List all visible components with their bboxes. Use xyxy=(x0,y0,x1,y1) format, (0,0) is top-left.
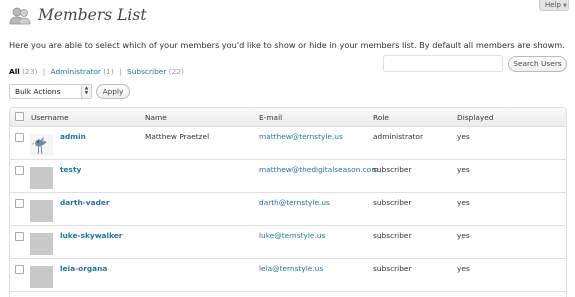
filter-separator: | xyxy=(42,67,46,76)
help-label: Help xyxy=(545,1,561,9)
displayed-status[interactable]: yes xyxy=(457,264,470,274)
email-link[interactable]: matthew@ternstyle.us xyxy=(259,132,359,142)
username-link[interactable]: darth-vader xyxy=(60,198,110,207)
member-role: subscriber xyxy=(373,165,412,174)
displayed-status[interactable]: yes xyxy=(457,165,470,175)
table-row: admin Matthew Praetzel matthew@ternstyle… xyxy=(10,127,566,160)
filter-all[interactable]: All xyxy=(9,67,20,76)
displayed-status[interactable]: yes xyxy=(457,231,470,241)
bulk-actions-selected: Bulk Actions xyxy=(15,87,61,96)
username-link[interactable]: leia-organa xyxy=(60,264,107,273)
displayed-status[interactable]: yes xyxy=(457,198,470,208)
caret-down-icon: ▼ xyxy=(562,3,567,9)
search-users-input[interactable] xyxy=(383,55,503,72)
select-arrows-icon: ▲ ▼ xyxy=(81,85,91,98)
member-name: Matthew Praetzel xyxy=(145,132,210,141)
member-role: subscriber xyxy=(373,264,412,273)
column-header-username[interactable]: Username xyxy=(31,113,69,122)
role-filter-links: All (23) | Administrator (1) | Subscribe… xyxy=(9,67,184,76)
row-checkbox[interactable] xyxy=(15,232,24,241)
filter-all-count: (23) xyxy=(22,67,38,76)
select-all-checkbox[interactable] xyxy=(15,112,24,121)
filter-all-label: All xyxy=(9,67,20,76)
avatar xyxy=(30,167,53,189)
username-link[interactable]: luke-skywalker xyxy=(60,231,122,240)
table-row: darth-vader darth@ternstyle.us subscribe… xyxy=(10,193,566,226)
username-link[interactable]: testy xyxy=(60,165,81,174)
row-checkbox[interactable] xyxy=(15,199,24,208)
row-checkbox[interactable] xyxy=(15,133,24,142)
help-tab[interactable]: Help ▼ xyxy=(539,0,569,11)
avatar xyxy=(30,266,53,288)
username-link[interactable]: admin xyxy=(60,132,86,141)
avatar xyxy=(30,233,53,255)
column-header-email[interactable]: E-mail xyxy=(259,113,282,122)
member-role: subscriber xyxy=(373,198,412,207)
email-link[interactable]: darth@ternstyle.us xyxy=(259,198,359,208)
members-table: Username Name E-mail Role Displayed admi… xyxy=(9,107,567,297)
table-row: leia-organa leia@ternstyle.us subscriber… xyxy=(10,259,566,292)
row-checkbox[interactable] xyxy=(15,265,24,274)
column-header-displayed[interactable]: Displayed xyxy=(457,113,493,122)
table-row: luke-skywalker luke@ternstyle.us subscri… xyxy=(10,226,566,259)
filter-administrator-count: (1) xyxy=(103,67,114,76)
search-users-button[interactable]: Search Users xyxy=(508,56,567,72)
row-checkbox[interactable] xyxy=(15,166,24,175)
filter-subscriber[interactable]: Subscriber xyxy=(127,67,166,76)
avatar xyxy=(30,134,53,156)
email-link[interactable]: luke@ternstyle.us xyxy=(259,231,359,241)
page-title: Members List xyxy=(38,6,147,24)
column-header-name[interactable]: Name xyxy=(145,113,167,122)
column-header-role[interactable]: Role xyxy=(373,113,389,122)
member-role: subscriber xyxy=(373,231,412,240)
table-row: testy matthew@thedigitalseason.com subsc… xyxy=(10,160,566,193)
intro-text: Here you are able to select which of you… xyxy=(9,40,565,50)
email-link[interactable]: matthew@thedigitalseason.com xyxy=(259,165,378,175)
apply-button[interactable]: Apply xyxy=(96,84,130,99)
bird-avatar-image xyxy=(31,137,47,155)
filter-administrator[interactable]: Administrator xyxy=(51,67,101,76)
member-role: administrator xyxy=(373,132,423,141)
email-link[interactable]: leia@ternstyle.us xyxy=(259,264,359,274)
users-icon xyxy=(9,7,31,25)
displayed-status[interactable]: yes xyxy=(457,132,470,142)
bulk-actions-select[interactable]: Bulk Actions ▲ ▼ xyxy=(9,84,92,99)
table-header: Username Name E-mail Role Displayed xyxy=(10,108,566,127)
filter-subscriber-count: (22) xyxy=(168,67,184,76)
filter-separator: | xyxy=(119,67,122,76)
avatar xyxy=(30,200,53,222)
